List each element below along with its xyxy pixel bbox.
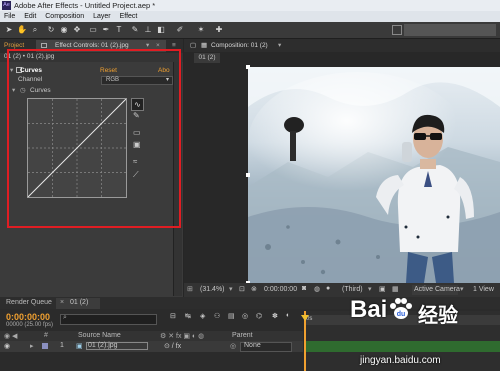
watermark-brand: Bai xyxy=(350,296,388,323)
av-features-icon: ◉ ◀ xyxy=(4,333,18,340)
tab-render-queue[interactable]: Render Queue xyxy=(6,299,52,306)
eraser-tool-icon[interactable]: ◧ xyxy=(156,25,166,35)
title-bar: Ae Adobe After Effects - Untitled Projec… xyxy=(0,0,500,11)
puppet-pin-tool-icon[interactable]: ✶ xyxy=(196,25,206,35)
app-logo-icon: Ae xyxy=(2,1,11,10)
svg-text:du: du xyxy=(397,311,406,318)
frame-blending-icon[interactable]: ▤ xyxy=(228,312,235,320)
grid-icon[interactable]: ⊡ xyxy=(239,285,245,293)
comp-lock-icon[interactable]: ▢ xyxy=(190,41,196,51)
frame-info: 00000 (25.00 fps) xyxy=(6,322,54,328)
hand-tool-icon[interactable]: ✋ xyxy=(17,25,27,35)
menu-layer[interactable]: Layer xyxy=(93,11,111,22)
pen-tool-icon[interactable]: ✒ xyxy=(101,25,111,35)
pan-behind-tool-icon[interactable]: ✥ xyxy=(72,25,82,35)
graph-editor-icon[interactable]: ⌬ xyxy=(256,312,262,320)
comp-sub-tab[interactable]: 01 (2) xyxy=(194,53,220,63)
menu-edit[interactable]: Edit xyxy=(24,11,36,22)
pickwhip-icon[interactable]: ◎ xyxy=(230,342,236,350)
menu-file[interactable]: File xyxy=(4,11,15,22)
brainstorm-icon[interactable]: ✽ xyxy=(272,312,278,320)
composition-viewer[interactable] xyxy=(248,67,500,283)
menu-bar: File Edit Composition Layer Effect xyxy=(0,11,500,22)
camera-chevron-icon[interactable]: ▾ xyxy=(460,285,464,293)
search-input[interactable]: ⌕ xyxy=(60,314,157,325)
auto-keyframe-icon[interactable]: ◐ xyxy=(286,312,290,319)
selection-tool-icon[interactable]: ➤ xyxy=(4,25,14,35)
roto-brush-tool-icon[interactable]: ✐ xyxy=(175,25,185,35)
hide-shy-icon[interactable]: ⚇ xyxy=(214,312,220,320)
search-icon: ⌕ xyxy=(63,314,67,321)
layer-index: 1 xyxy=(60,342,64,349)
timeline-timecode[interactable]: 0:00:00:00 xyxy=(6,312,50,322)
watermark-cn: 经验 xyxy=(418,303,458,327)
layer-twirl-icon[interactable]: ▸ xyxy=(30,342,34,350)
layer-column-header: ◉ ◀ # Source Name ⚙ ✕ fx ▣ ◐ ◍ Parent xyxy=(0,331,303,341)
menu-composition[interactable]: Composition xyxy=(45,11,84,22)
puppet-tool-icon[interactable]: ✚ xyxy=(214,25,224,35)
parent-value: None xyxy=(244,342,261,349)
paw-logo-icon: du xyxy=(388,296,414,322)
live-update-icon[interactable]: ↹ xyxy=(185,312,191,320)
rotate-tool-icon[interactable]: ↻ xyxy=(46,25,56,35)
visibility-eye-icon[interactable]: ◉ xyxy=(4,342,10,350)
zoom-value[interactable]: (31.4%) xyxy=(200,286,225,293)
camera-dropdown[interactable]: Active Camera xyxy=(412,285,460,295)
roi-icon[interactable]: ▣ xyxy=(379,285,386,293)
comp-mini-flowchart-icon[interactable]: ⊟ xyxy=(170,312,176,320)
lock-icon[interactable] xyxy=(41,43,47,48)
col-source-name[interactable]: Source Name xyxy=(78,332,121,339)
motion-blur-icon[interactable]: ◎ xyxy=(242,312,248,320)
tab-composition[interactable]: Composition: 01 (2) xyxy=(211,41,268,51)
highlight-box xyxy=(7,49,181,228)
switches-icon: ⚙ ✕ fx ▣ ◐ ◍ xyxy=(160,333,205,340)
comp-handle-icon[interactable] xyxy=(246,65,250,69)
composition-tab-row: ▢ ▦ Composition: 01 (2) ▾ xyxy=(184,39,500,52)
camera-value: Active Camera xyxy=(414,286,460,293)
label-column-icon: # xyxy=(44,332,48,339)
menu-effect[interactable]: Effect xyxy=(120,11,138,22)
always-preview-icon[interactable]: ⊞ xyxy=(187,285,193,293)
layer-duration-bar[interactable] xyxy=(306,341,500,352)
layer-name[interactable]: 01 (2).jpg xyxy=(88,342,118,349)
layer-row[interactable]: ◉ ▸ 1 ▣ 01 (2).jpg ⊙ / fx ◎ None xyxy=(0,341,303,352)
watermark-url: jingyan.baidu.com xyxy=(360,355,441,366)
comp-tab-dropdown-icon[interactable]: ▾ xyxy=(278,41,281,51)
text-tool-icon[interactable]: T xyxy=(114,25,124,35)
viewer-control-bar: ⊞ (31.4%) ▾ ⊡ ⊗ 0:00:00:00 ◙ ◍ ● (Third)… xyxy=(184,283,500,297)
viewer-timecode[interactable]: 0:00:00:00 xyxy=(264,286,297,293)
tab-comp[interactable]: 01 (2) xyxy=(70,299,88,306)
composition-icon: ▦ xyxy=(201,42,208,49)
window-title: Adobe After Effects - Untitled Project.a… xyxy=(14,1,156,10)
tab-comp-close-icon[interactable]: × xyxy=(60,299,64,306)
mask-icon[interactable]: ⊗ xyxy=(251,285,257,293)
zoom-tool-icon[interactable]: ⌕ xyxy=(30,25,40,35)
resolution-chevron-icon[interactable]: ▾ xyxy=(368,285,372,293)
tools-toolbar: ➤ ✋ ⌕ ↻ ◉ ✥ ▭ ✒ T ✎ ⊥ ◧ ✐ ✶ ✚ xyxy=(0,22,500,39)
chevron-down-icon[interactable]: ▾ xyxy=(229,285,233,293)
workspace-checkbox[interactable] xyxy=(392,25,402,35)
layer-switches-icon[interactable]: ⊙ / fx xyxy=(164,342,181,350)
rectangle-tool-icon[interactable]: ▭ xyxy=(88,25,98,35)
view-layout[interactable]: 1 View xyxy=(473,286,494,293)
transparency-grid-icon[interactable]: ▦ xyxy=(392,285,399,293)
layer-label-color[interactable] xyxy=(42,343,48,349)
brush-tool-icon[interactable]: ✎ xyxy=(130,25,140,35)
show-snapshot-icon[interactable]: ◍ xyxy=(314,285,320,293)
clone-stamp-tool-icon[interactable]: ⊥ xyxy=(143,25,153,35)
col-parent[interactable]: Parent xyxy=(232,332,253,339)
time-indicator-head-icon[interactable] xyxy=(301,315,309,321)
workspace-selector[interactable] xyxy=(404,24,496,36)
comp-handle-icon[interactable] xyxy=(246,173,250,177)
camera-tool-icon[interactable]: ◉ xyxy=(59,25,69,35)
snapshot-icon[interactable]: ◙ xyxy=(302,285,306,292)
image-file-icon: ▣ xyxy=(76,343,83,350)
resolution-value[interactable]: (Third) xyxy=(342,286,363,293)
color-channel-icon[interactable]: ● xyxy=(326,285,330,292)
draft-3d-icon[interactable]: ◈ xyxy=(200,312,205,320)
